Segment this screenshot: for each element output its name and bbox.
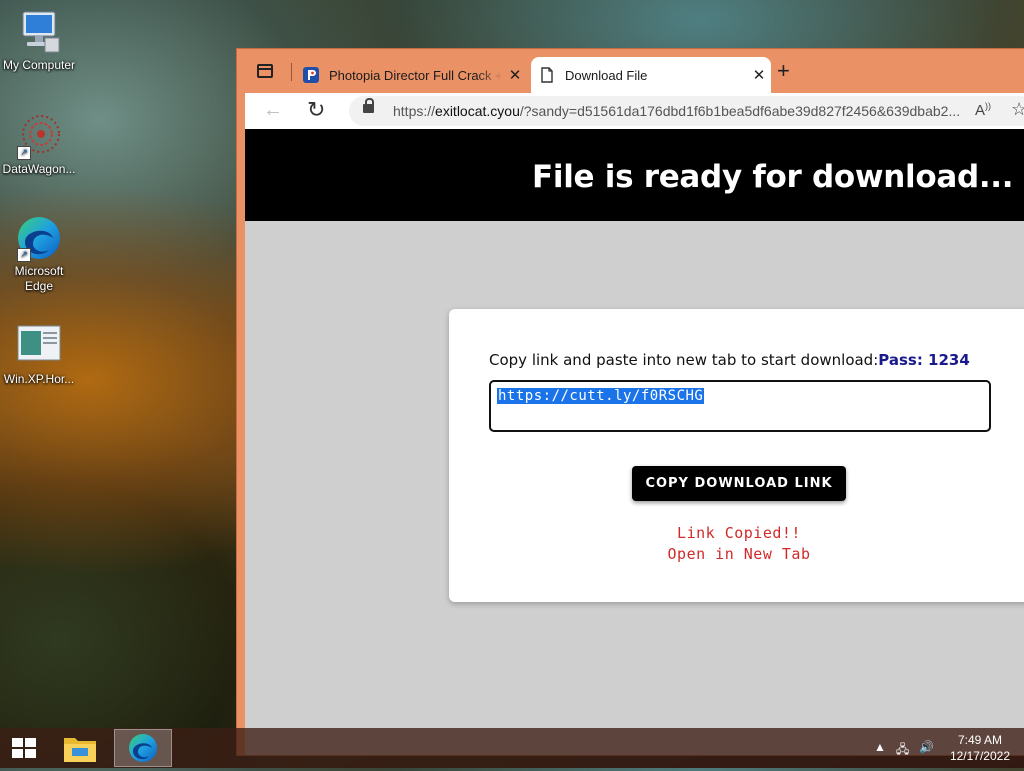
desktop-icon-datawagon[interactable]: ↗ DataWagon... (1, 112, 77, 177)
desktop-icon-my-computer[interactable]: My Computer (1, 8, 77, 73)
new-tab-button[interactable]: + (777, 60, 790, 82)
tab-title: Photopia Director Full Crack + Se (329, 67, 503, 83)
back-arrow-icon[interactable]: ← (263, 99, 283, 122)
download-link-textarea[interactable]: https://cutt.ly/f0RSCHG (489, 380, 991, 432)
window-thumbnail-icon (15, 322, 63, 370)
clock-date: 12/17/2022 (949, 749, 1010, 763)
lock-icon[interactable] (363, 98, 374, 113)
tab-strip: Photopia Director Full Crack + Se ✕ Down… (237, 49, 1024, 93)
copy-download-link-button[interactable]: COPY DOWNLOAD LINK (632, 466, 846, 501)
tab-separator (291, 63, 292, 81)
computer-icon (15, 8, 63, 56)
start-button[interactable] (12, 738, 36, 758)
tab-title: Download File (565, 67, 648, 83)
favorites-star-icon[interactable]: ☆ (1011, 99, 1024, 120)
photopia-favicon (303, 67, 319, 83)
system-tray: ▲ 🖧 🔊 (874, 740, 934, 761)
address-bar[interactable]: https://exitlocat.cyou/?sandy=d51561da17… (349, 96, 1024, 126)
file-explorer-icon[interactable] (60, 730, 100, 766)
url-prefix: https:// (393, 103, 436, 119)
page-title: File is ready for download... (532, 159, 1014, 195)
download-link-text: https://cutt.ly/f0RSCHG (497, 388, 705, 404)
shortcut-arrow-icon: ↗ (17, 146, 31, 160)
taskbar: ▲ 🖧 🔊 7:49 AM 12/17/2022 (0, 728, 1024, 768)
close-tab-icon[interactable]: ✕ (747, 66, 771, 84)
close-tab-icon[interactable]: ✕ (503, 66, 527, 84)
edge-icon (129, 734, 157, 762)
taskbar-edge-button[interactable] (114, 729, 172, 767)
open-new-tab-message: Open in New Tab (667, 545, 811, 563)
page-viewport: File is ready for download... Copy link … (245, 129, 1024, 755)
show-hidden-icons-icon[interactable]: ▲ (874, 740, 886, 761)
tab-actions-icon[interactable] (257, 64, 273, 78)
download-banner: File is ready for download... (245, 129, 1024, 221)
reload-icon[interactable]: ↻ (307, 97, 325, 123)
instruction-text: Copy link and paste into new tab to star… (489, 351, 970, 369)
url-text[interactable]: https://exitlocat.cyou/?sandy=d51561da17… (393, 103, 963, 119)
desktop-icon-microsoft-edge[interactable]: ↗ Microsoft Edge (1, 214, 77, 294)
clock[interactable]: 7:49 AM 12/17/2022 (950, 732, 1010, 764)
network-icon[interactable]: 🖧 (896, 740, 909, 761)
datawagon-icon: ↗ (15, 112, 63, 160)
clock-time: 7:49 AM (957, 733, 1002, 747)
link-copied-message: Link Copied!! (677, 524, 801, 542)
volume-icon[interactable]: 🔊 (919, 740, 934, 761)
desktop-icon-winxp[interactable]: Win.XP.Hor... (1, 322, 77, 387)
tab-download-file[interactable]: Download File ✕ (531, 57, 771, 93)
url-host: exitlocat.cyou (435, 103, 520, 119)
instruction-label: Copy link and paste into new tab to star… (489, 351, 879, 369)
browser-toolbar: ← ↻ https://exitlocat.cyou/?sandy=d51561… (245, 93, 1024, 129)
download-card: Copy link and paste into new tab to star… (449, 309, 1024, 602)
password-label: Pass: 1234 (878, 351, 970, 369)
browser-window: Photopia Director Full Crack + Se ✕ Down… (236, 48, 1024, 756)
url-path: /?sandy=d51561da176dbd1f6b1bea5df6abe39d… (519, 103, 961, 119)
edge-icon: ↗ (15, 214, 63, 262)
tab-photopia[interactable]: Photopia Director Full Crack + Se ✕ (295, 57, 527, 93)
document-icon (539, 67, 555, 83)
read-aloud-icon[interactable]: A)) (975, 101, 991, 119)
shortcut-arrow-icon: ↗ (17, 248, 31, 262)
